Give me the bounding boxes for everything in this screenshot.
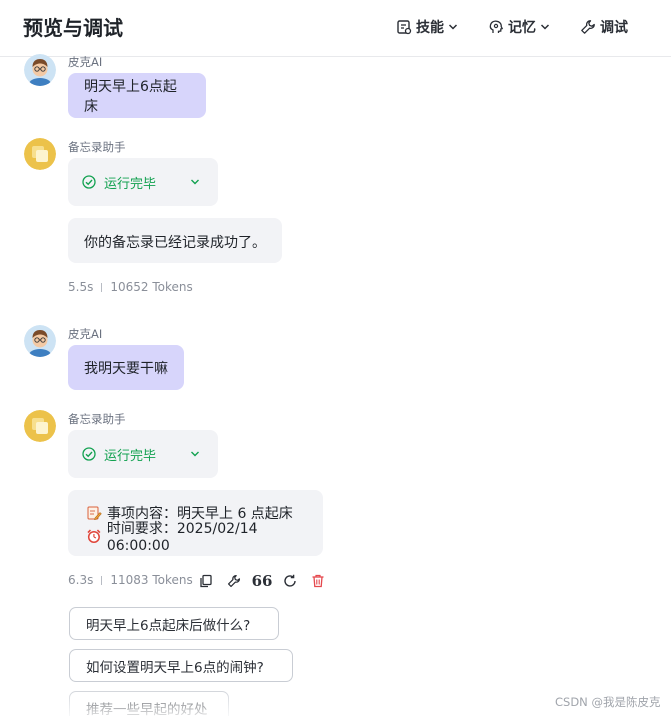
debug-message-button[interactable] [226, 573, 242, 589]
memory-label: 记忆 [508, 20, 536, 36]
message-meta: 5.5s 10652 Tokens [68, 280, 193, 294]
check-circle-icon [82, 175, 96, 189]
trash-icon [312, 574, 324, 588]
bot-avatar [24, 138, 56, 170]
token-count: 11083 Tokens [110, 573, 193, 587]
quote-button[interactable]: 66 [251, 572, 273, 590]
user-message-bubble: 明天早上6点起床 [68, 73, 206, 118]
chevron-down-icon [191, 451, 199, 457]
user-avatar [24, 54, 56, 86]
run-status-card[interactable]: 运行完毕 [68, 430, 218, 478]
meta-divider [101, 575, 103, 585]
regenerate-button[interactable] [282, 573, 298, 589]
user-avatar [24, 325, 56, 357]
sender-name: 备忘录助手 [68, 412, 126, 426]
memory-button[interactable]: 记忆 [488, 16, 550, 38]
meta-divider [101, 282, 103, 292]
memory-head-icon [489, 20, 504, 33]
sender-name: 皮克AI [68, 327, 103, 341]
bot-message-bubble: 你的备忘录已经记录成功了。 [68, 218, 282, 263]
response-time: 6.3s [68, 573, 94, 587]
skills-label: 技能 [416, 20, 444, 36]
copy-button[interactable] [198, 573, 214, 589]
token-count: 10652 Tokens [110, 280, 193, 294]
bot-reply-text: 你的备忘录已经记录成功了。 [84, 235, 266, 251]
debug-label: 调试 [600, 20, 628, 36]
run-status-label: 运行完毕 [104, 176, 157, 192]
chevron-down-icon [540, 24, 550, 30]
run-status-label: 运行完毕 [104, 448, 157, 464]
watermark: CSDN @我是陈皮克 [555, 695, 661, 709]
bot-avatar [24, 410, 56, 442]
message-actions: 66 [198, 572, 338, 590]
wrench-icon [581, 20, 595, 34]
copy-icon [200, 574, 212, 588]
chevron-down-icon [191, 179, 199, 185]
run-status-card[interactable]: 运行完毕 [68, 158, 218, 206]
suggested-question[interactable]: 推荐一些早起的好处 [69, 691, 229, 716]
quote-icon: 66 [251, 572, 273, 590]
response-time: 5.5s [68, 280, 94, 294]
check-circle-icon [82, 447, 96, 461]
memo-time-line: 时间要求：2025/02/14 06:00:00 [86, 521, 323, 554]
message-meta: 6.3s 11083 Tokens [68, 573, 193, 587]
delete-button[interactable] [310, 573, 326, 589]
debug-button[interactable]: 调试 [580, 16, 628, 38]
suggested-question[interactable]: 明天早上6点起床后做什么? [69, 607, 279, 640]
skills-button[interactable]: 技能 [396, 16, 458, 38]
bot-message-bubble: 事项内容：明天早上 6 点起床 时间要求：2025/02/14 06:00:00 [68, 490, 323, 556]
memo-time-text: 时间要求：2025/02/14 06:00:00 [106, 521, 258, 554]
chevron-down-icon [448, 24, 458, 30]
refresh-icon [284, 574, 296, 587]
sender-name: 备忘录助手 [68, 140, 126, 154]
suggested-question[interactable]: 如何设置明天早上6点的闹钟? [69, 649, 293, 682]
user-message-bubble: 我明天要干嘛 [68, 345, 184, 390]
memo-pencil-icon [87, 506, 102, 520]
wrench-icon [227, 574, 241, 588]
page-title: 预览与调试 [23, 16, 123, 40]
sender-name: 皮克AI [68, 55, 103, 69]
skills-icon [397, 20, 412, 35]
alarm-clock-icon [87, 529, 101, 543]
header-bar: 预览与调试 技能 记忆 调试 [0, 0, 671, 57]
